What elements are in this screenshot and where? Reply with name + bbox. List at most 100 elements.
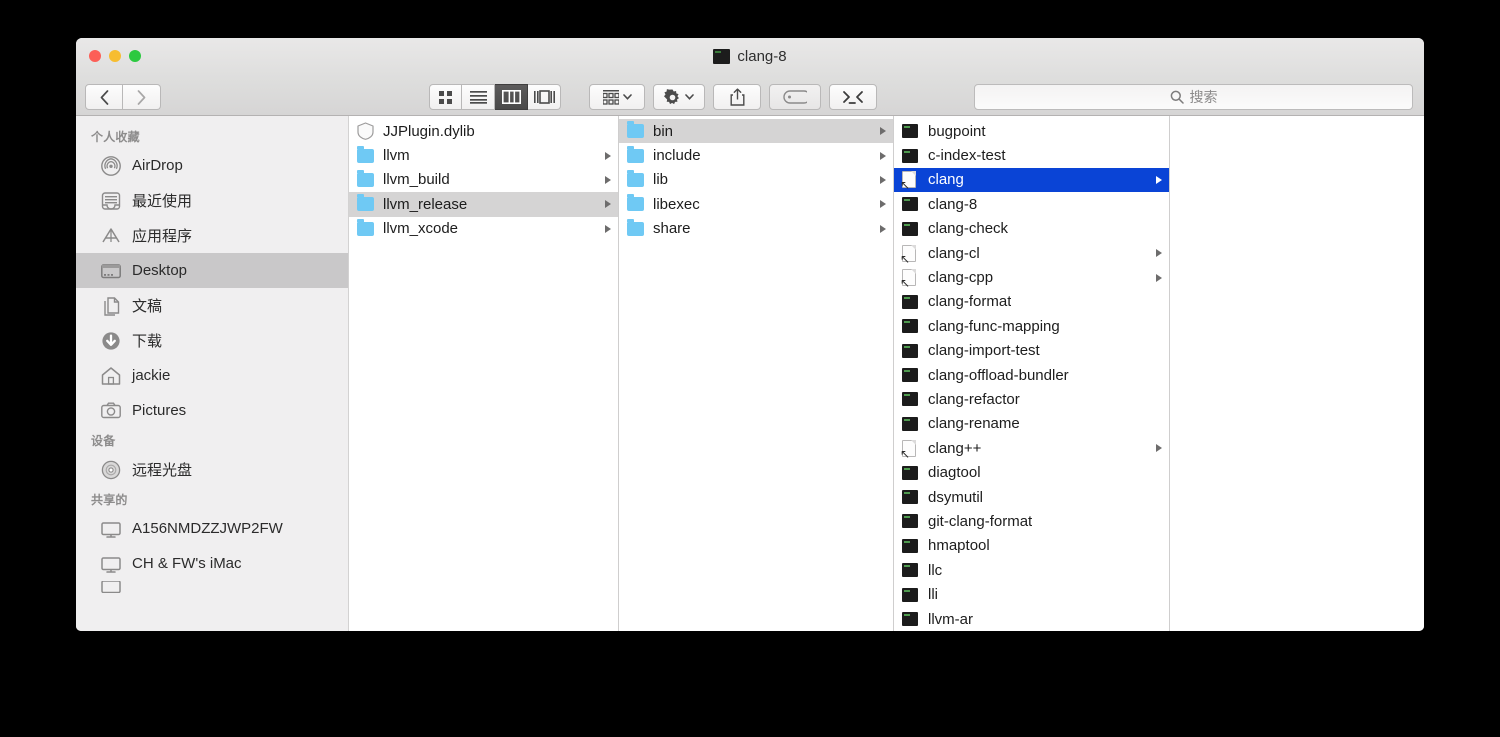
list-item[interactable]: clang-cpp [894,265,1169,289]
item-label: clang-offload-bundler [928,366,1069,384]
list-item[interactable]: clang-func-mapping [894,314,1169,338]
list-item[interactable]: clang-8 [894,192,1169,216]
disc-icon [100,459,122,481]
disclosure-arrow-icon [605,151,611,160]
list-item[interactable]: clang-format [894,290,1169,314]
list-item[interactable]: clang-offload-bundler [894,363,1169,387]
sidebar-section-header-shared: 共享的 [91,493,128,507]
icon-view-button[interactable] [429,84,462,110]
list-item[interactable]: include [619,143,893,167]
sidebar-item-label: jackie [132,367,171,384]
folder-icon [627,218,645,238]
sidebar-item-label: 最近使用 [132,193,193,210]
list-item[interactable]: llvm-ar [894,607,1169,631]
list-item[interactable]: dsymutil [894,485,1169,509]
gear-icon [664,88,679,104]
list-item[interactable]: git-clang-format [894,509,1169,533]
search-placeholder: 搜索 [1189,89,1218,105]
disclosure-arrow-icon [605,224,611,233]
terminal-button[interactable] [829,84,877,110]
column-1[interactable]: JJPlugin.dylib llvm llvm_build llvm_rele… [349,116,619,631]
sidebar-item-desktop[interactable]: Desktop [76,253,348,288]
list-item[interactable]: c-index-test [894,143,1169,167]
desktop-icon [100,260,122,282]
list-item[interactable]: llvm_xcode [349,217,618,241]
list-item[interactable]: JJPlugin.dylib [349,119,618,143]
share-button[interactable] [713,84,761,110]
column-3[interactable]: bugpoint c-index-test clang clang-8 clan… [894,116,1170,631]
item-label: lib [653,171,669,189]
list-item[interactable]: clang-refactor [894,387,1169,411]
sidebar: 个人收藏 AirDrop 最近使用 应用程序 Desktop 文稿 下载 jac… [76,116,349,631]
back-button[interactable] [85,84,123,110]
list-item[interactable]: clang-check [894,217,1169,241]
sidebar-item-downloads[interactable]: 下载 [76,323,348,358]
sidebar-item-label: Pictures [132,402,187,419]
sidebar-item-label: CH & FW's iMac [132,555,242,572]
computer-icon [100,553,122,575]
executable-icon [713,49,731,64]
list-item[interactable]: llvm_build [349,168,618,192]
item-label: git-clang-format [928,512,1033,530]
list-item[interactable]: llvm_release [349,192,618,217]
list-item[interactable]: libexec [619,192,893,216]
title-bar: clang-8 搜索 [76,38,1424,116]
sidebar-item-applications[interactable]: 应用程序 [76,218,348,253]
executable-icon [902,610,920,628]
disclosure-arrow-icon [880,127,886,136]
disclosure-arrow-icon [1156,175,1162,184]
chevron-down-icon [685,94,694,100]
sidebar-item-shared-computer-2[interactable]: CH & FW's iMac [76,546,348,581]
list-item[interactable]: hmaptool [894,534,1169,558]
folder-icon [627,121,645,140]
column-2[interactable]: bin include lib libexec share [619,116,894,631]
list-item[interactable]: lli [894,582,1169,606]
sidebar-item-shared-computer-3[interactable] [76,581,348,593]
sidebar-item-recents[interactable]: 最近使用 [76,183,348,218]
list-item[interactable]: llc [894,558,1169,582]
list-item[interactable]: diagtool [894,460,1169,484]
list-view-button[interactable] [462,84,495,110]
item-label: llc [928,561,943,579]
list-item[interactable]: bugpoint [894,119,1169,143]
disclosure-arrow-icon [1156,249,1162,258]
gallery-view-button[interactable] [528,84,561,110]
sidebar-item-airdrop[interactable]: AirDrop [76,148,348,183]
list-item[interactable]: clang-cl [894,241,1169,265]
sidebar-item-remote-disc[interactable]: 远程光盘 [76,452,348,487]
tag-button[interactable] [769,84,821,110]
item-label: bin [653,122,674,140]
list-item[interactable]: clang [894,167,1169,193]
page-title: clang-8 [737,48,787,65]
list-item[interactable]: share [619,217,893,241]
item-label: share [653,220,691,238]
list-item[interactable]: clang-rename [894,412,1169,436]
list-item[interactable]: clang++ [894,436,1169,460]
terminal-icon [843,90,863,104]
search-input[interactable]: 搜索 [974,84,1413,110]
toolbar-action-buttons [589,84,877,110]
search-icon [1170,90,1184,104]
list-item[interactable]: lib [619,168,893,192]
window-title: clang-8 [76,48,1424,65]
sidebar-item-home[interactable]: jackie [76,358,348,393]
sidebar-item-documents[interactable]: 文稿 [76,288,348,323]
list-item[interactable]: clang-import-test [894,339,1169,363]
alias-icon [902,244,920,262]
list-item[interactable]: llvm [349,143,618,167]
sidebar-item-shared-computer-1[interactable]: A156NMDZZJWP2FW [76,511,348,546]
arrange-button[interactable] [589,84,645,110]
list-item[interactable]: bin [619,119,893,144]
column-view-button[interactable] [495,84,528,110]
share-icon [730,88,744,106]
column-4[interactable] [1170,116,1424,631]
documents-icon [100,295,122,317]
action-button[interactable] [653,84,705,110]
executable-icon [902,195,920,213]
executable-icon [902,122,920,140]
forward-button[interactable] [123,84,161,110]
view-mode-segmented-control [429,84,561,110]
executable-icon [902,537,920,555]
sidebar-item-pictures[interactable]: Pictures [76,393,348,428]
dylib-icon [357,122,375,141]
